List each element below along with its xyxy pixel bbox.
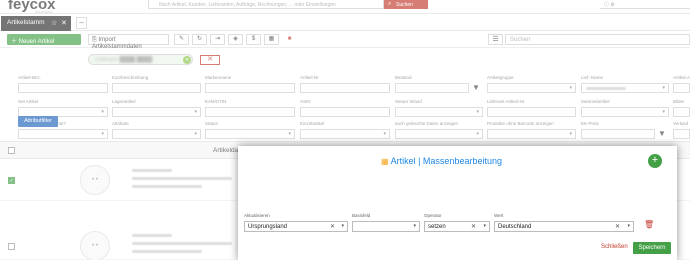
modal-title: ▦ Artikel | Massenbearbeitung (381, 156, 502, 166)
save-button[interactable]: Speichern (633, 242, 671, 254)
clear-icon[interactable]: ✕ (330, 223, 335, 230)
operator-select[interactable]: setzen ✕ ▾ (424, 221, 490, 232)
wert-select[interactable]: Deutschland ✕ ▾ (494, 221, 634, 232)
label-aktualisieren: Aktualisieren (244, 213, 270, 218)
chevron-down-icon: ▾ (341, 223, 344, 229)
add-row-button[interactable]: + (648, 154, 662, 168)
mass-edit-modal: ▦ Artikel | Massenbearbeitung + Aktualis… (238, 146, 677, 260)
grid-icon: ▦ (381, 157, 389, 166)
clear-icon[interactable]: ✕ (471, 223, 476, 230)
label-operator: Operator (424, 213, 442, 218)
label-wert: Wert (494, 213, 504, 218)
trash-icon[interactable]: 🗑 (644, 220, 654, 229)
chevron-down-icon: ▾ (483, 223, 486, 229)
clear-icon[interactable]: ✕ (615, 223, 620, 230)
label-basisfeld: Basisfeld (352, 213, 371, 218)
chevron-down-icon: ▾ (413, 223, 416, 229)
aktualisieren-select[interactable]: Ursprungsland ✕ ▾ (244, 221, 348, 232)
basisfeld-select[interactable]: ▾ (352, 221, 420, 232)
close-button[interactable]: Schließen (601, 244, 628, 250)
chevron-down-icon: ▾ (627, 223, 630, 229)
